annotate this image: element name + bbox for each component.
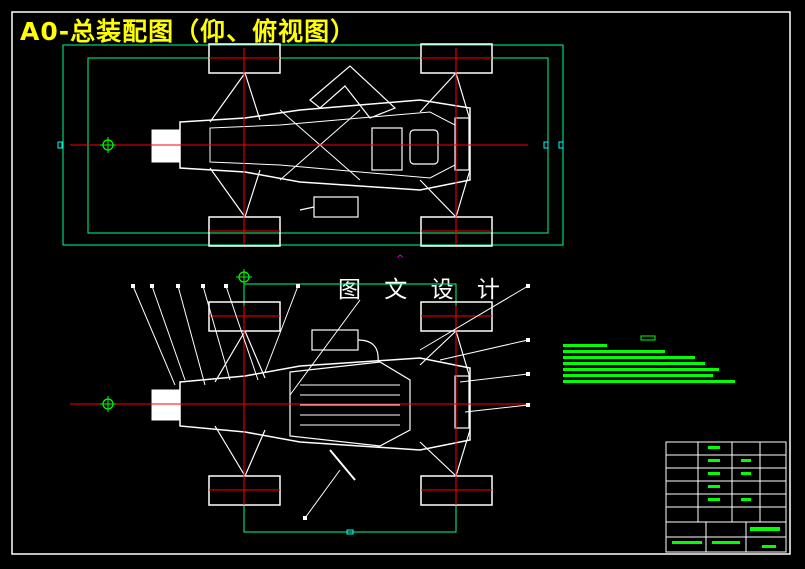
- suspension-arm: [419, 330, 457, 366]
- bottom-view-outline: [243, 283, 457, 533]
- suspension-arm: [244, 72, 261, 121]
- front-bulkhead: [454, 375, 470, 429]
- pedal-box: [409, 129, 439, 165]
- dim-tick: [57, 141, 63, 149]
- exhaust-pipe: [299, 206, 315, 211]
- dim-tick: [543, 141, 549, 149]
- suspension-arm: [419, 179, 457, 218]
- engine-block: [151, 389, 181, 421]
- suspension-arm: [455, 169, 471, 218]
- suspension-arm: [209, 167, 246, 218]
- seat: [371, 127, 403, 171]
- suspension-arm: [455, 72, 471, 121]
- drawing-border: [11, 11, 791, 555]
- title-block: [665, 441, 787, 553]
- top-view: ^: [57, 43, 564, 265]
- cad-drawing-canvas: ^: [11, 11, 791, 555]
- engine-block: [151, 129, 181, 163]
- suspension-arm: [214, 330, 246, 383]
- front-bulkhead: [454, 117, 470, 171]
- dim-tick: [558, 141, 564, 149]
- section-marker: ^: [396, 254, 404, 265]
- tie-rod: [329, 449, 356, 481]
- muffler: [311, 329, 359, 351]
- suspension-arm: [244, 169, 261, 218]
- exhaust-pipe: [357, 339, 379, 363]
- suspension-arm: [214, 425, 246, 477]
- suspension-arm: [209, 72, 246, 123]
- suspension-arm: [419, 72, 457, 113]
- title-block-fills: [672, 446, 780, 548]
- muffler: [313, 196, 359, 218]
- suspension-arm: [244, 429, 266, 477]
- suspension-arm: [455, 429, 471, 477]
- technical-notes: [563, 335, 735, 383]
- bottom-view: [70, 269, 530, 535]
- roll-hoop: [309, 65, 397, 119]
